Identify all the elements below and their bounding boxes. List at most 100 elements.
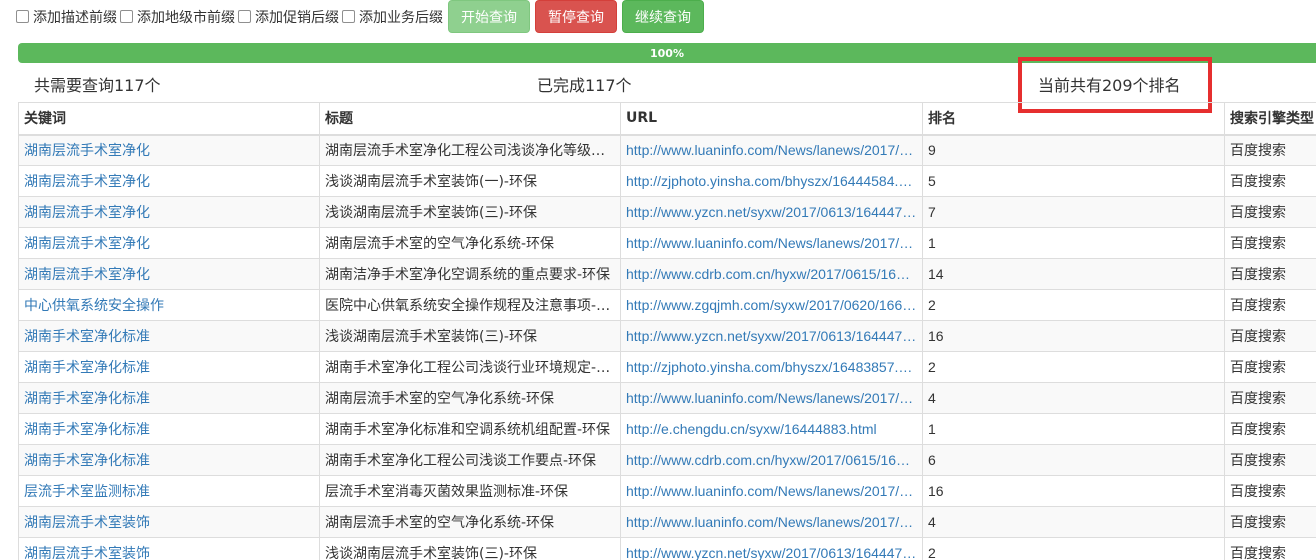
engine-type-cell: 百度搜索	[1224, 475, 1316, 507]
title-cell: 湖南层流手术室的空气净化系统-环保	[319, 506, 621, 538]
rank-cell: 16	[922, 475, 1225, 507]
url-cell[interactable]: http://www.cdrb.com.cn/hyxw/2017/0615/16…	[620, 444, 923, 476]
continue-query-button[interactable]: 继续查询	[622, 0, 704, 33]
option-city-prefix[interactable]: 添加地级市前缀	[120, 7, 235, 27]
keyword-cell[interactable]: 湖南层流手术室净化	[18, 258, 320, 290]
table-row: 湖南层流手术室装饰 浅谈湖南层流手术室装饰(三)-环保 http://www.yzc…	[18, 537, 1316, 560]
keyword-cell[interactable]: 湖南层流手术室净化	[18, 165, 320, 197]
url-cell[interactable]: http://www.zgqjmh.com/syxw/2017/0620/166…	[620, 289, 923, 321]
header-rank[interactable]: 排名	[922, 102, 1225, 136]
keyword-cell[interactable]: 湖南层流手术室装饰	[18, 506, 320, 538]
business-suffix-label: 添加业务后缀	[359, 9, 443, 26]
engine-type-cell: 百度搜索	[1224, 537, 1316, 560]
url-cell[interactable]: http://www.luaninfo.com/News/lanews/2017…	[620, 382, 923, 414]
title-cell: 湖南手术室净化标准和空调系统机组配置-环保	[319, 413, 621, 445]
promo-suffix-label: 添加促销后缀	[255, 9, 339, 26]
header-engine-type[interactable]: 搜索引擎类型	[1224, 102, 1316, 136]
table-row: 湖南层流手术室净化 湖南层流手术室的空气净化系统-环保 http://www.lua…	[18, 227, 1316, 259]
description-prefix-checkbox[interactable]	[16, 10, 29, 23]
url-cell[interactable]: http://www.luaninfo.com/News/lanews/2017…	[620, 134, 923, 166]
url-cell[interactable]: http://zjphoto.yinsha.com/bhyszx/1644458…	[620, 165, 923, 197]
engine-type-cell: 百度搜索	[1224, 227, 1316, 259]
title-cell: 湖南层流手术室的空气净化系统-环保	[319, 227, 621, 259]
city-prefix-checkbox[interactable]	[120, 10, 133, 23]
title-cell: 浅谈湖南层流手术室装饰(三)-环保	[319, 196, 621, 228]
engine-type-cell: 百度搜索	[1224, 351, 1316, 383]
rank-cell: 2	[922, 537, 1225, 560]
engine-type-cell: 百度搜索	[1224, 444, 1316, 476]
pause-query-button[interactable]: 暂停查询	[535, 0, 617, 33]
rank-cell: 1	[922, 227, 1225, 259]
header-keyword[interactable]: 关键词	[18, 102, 320, 136]
rank-cell: 1	[922, 413, 1225, 445]
rank-cell: 9	[922, 134, 1225, 166]
engine-type-cell: 百度搜索	[1224, 382, 1316, 414]
title-cell: 层流手术室消毒灭菌效果监测标准-环保	[319, 475, 621, 507]
option-promo-suffix[interactable]: 添加促销后缀	[238, 7, 339, 27]
keyword-cell[interactable]: 湖南手术室净化标准	[18, 413, 320, 445]
keyword-cell[interactable]: 湖南手术室净化标准	[18, 351, 320, 383]
table-row: 湖南层流手术室装饰 湖南层流手术室的空气净化系统-环保 http://www.lua…	[18, 506, 1316, 538]
table-row: 中心供氧系统安全操作 医院中心供氧系统安全操作规程及注意事项-环保 http://w…	[18, 289, 1316, 321]
rank-cell: 14	[922, 258, 1225, 290]
title-cell: 浅谈湖南层流手术室装饰(一)-环保	[319, 165, 621, 197]
rank-cell: 5	[922, 165, 1225, 197]
keyword-cell[interactable]: 湖南手术室净化标准	[18, 382, 320, 414]
results-table: 关键词 标题 URL 排名 搜索引擎类型 湖南层流手术室净化 湖南层流手术室净化工…	[18, 102, 1316, 560]
title-cell: 湖南层流手术室净化工程公司浅谈净化等级区分-环保	[319, 134, 621, 166]
rank-cell: 4	[922, 382, 1225, 414]
rank-cell: 2	[922, 289, 1225, 321]
title-cell: 湖南层流手术室的空气净化系统-环保	[319, 382, 621, 414]
url-cell[interactable]: http://www.cdrb.com.cn/hyxw/2017/0615/16…	[620, 258, 923, 290]
rank-cell: 7	[922, 196, 1225, 228]
table-row: 层流手术室监测标准 层流手术室消毒灭菌效果监测标准-环保 http://www.lu…	[18, 475, 1316, 507]
promo-suffix-checkbox[interactable]	[238, 10, 251, 23]
table-body: 湖南层流手术室净化 湖南层流手术室净化工程公司浅谈净化等级区分-环保 http://…	[18, 134, 1316, 560]
rank-cell: 16	[922, 320, 1225, 352]
title-cell: 医院中心供氧系统安全操作规程及注意事项-环保	[319, 289, 621, 321]
table-row: 湖南手术室净化标准 湖南手术室净化工程公司浅谈工作要点-环保 http://www.…	[18, 444, 1316, 476]
progress-label: 100%	[650, 46, 684, 60]
table-row: 湖南层流手术室净化 湖南洁净手术室净化空调系统的重点要求-环保 http://www…	[18, 258, 1316, 290]
keyword-cell[interactable]: 层流手术室监测标准	[18, 475, 320, 507]
table-row: 湖南层流手术室净化 湖南层流手术室净化工程公司浅谈净化等级区分-环保 http://…	[18, 134, 1316, 166]
keyword-cell[interactable]: 湖南层流手术室装饰	[18, 537, 320, 560]
url-cell[interactable]: http://www.yzcn.net/syxw/2017/0613/16444…	[620, 196, 923, 228]
table-header-row: 关键词 标题 URL 排名 搜索引擎类型	[18, 102, 1316, 136]
keyword-cell[interactable]: 湖南手术室净化标准	[18, 320, 320, 352]
url-cell[interactable]: http://www.luaninfo.com/News/lanews/2017…	[620, 475, 923, 507]
option-description-prefix[interactable]: 添加描述前缀	[16, 7, 117, 27]
url-cell[interactable]: http://www.yzcn.net/syxw/2017/0613/16444…	[620, 320, 923, 352]
rank-cell: 2	[922, 351, 1225, 383]
option-business-suffix[interactable]: 添加业务后缀	[342, 7, 443, 27]
keyword-cell[interactable]: 湖南层流手术室净化	[18, 196, 320, 228]
url-cell[interactable]: http://www.luaninfo.com/News/lanews/2017…	[620, 506, 923, 538]
engine-type-cell: 百度搜索	[1224, 320, 1316, 352]
business-suffix-checkbox[interactable]	[342, 10, 355, 23]
description-prefix-label: 添加描述前缀	[33, 9, 117, 26]
header-url[interactable]: URL	[620, 102, 923, 136]
keyword-cell[interactable]: 湖南层流手术室净化	[18, 134, 320, 166]
url-cell[interactable]: http://www.yzcn.net/syxw/2017/0613/16444…	[620, 537, 923, 560]
engine-type-cell: 百度搜索	[1224, 413, 1316, 445]
title-cell: 浅谈湖南层流手术室装饰(三)-环保	[319, 537, 621, 560]
keyword-cell[interactable]: 湖南手术室净化标准	[18, 444, 320, 476]
url-cell[interactable]: http://e.chengdu.cn/syxw/16444883.html	[620, 413, 923, 445]
city-prefix-label: 添加地级市前缀	[137, 9, 235, 26]
title-cell: 湖南洁净手术室净化空调系统的重点要求-环保	[319, 258, 621, 290]
completed-count-text: 已完成117个	[537, 76, 632, 95]
table-row: 湖南手术室净化标准 湖南手术室净化工程公司浅谈行业环境规定-环保 http://zj…	[18, 351, 1316, 383]
table-row: 湖南手术室净化标准 湖南手术室净化标准和空调系统机组配置-环保 http://e.c…	[18, 413, 1316, 445]
table-row: 湖南手术室净化标准 浅谈湖南层流手术室装饰(三)-环保 http://www.yzc…	[18, 320, 1316, 352]
keyword-cell[interactable]: 中心供氧系统安全操作	[18, 289, 320, 321]
url-cell[interactable]: http://www.luaninfo.com/News/lanews/2017…	[620, 227, 923, 259]
engine-type-cell: 百度搜索	[1224, 289, 1316, 321]
keyword-cell[interactable]: 湖南层流手术室净化	[18, 227, 320, 259]
table-row: 湖南层流手术室净化 浅谈湖南层流手术室装饰(一)-环保 http://zjphoto…	[18, 165, 1316, 197]
engine-type-cell: 百度搜索	[1224, 165, 1316, 197]
url-cell[interactable]: http://zjphoto.yinsha.com/bhyszx/1648385…	[620, 351, 923, 383]
start-query-button[interactable]: 开始查询	[448, 0, 530, 33]
rank-cell: 6	[922, 444, 1225, 476]
header-title[interactable]: 标题	[319, 102, 621, 136]
total-count-text: 共需要查询117个	[34, 76, 161, 95]
